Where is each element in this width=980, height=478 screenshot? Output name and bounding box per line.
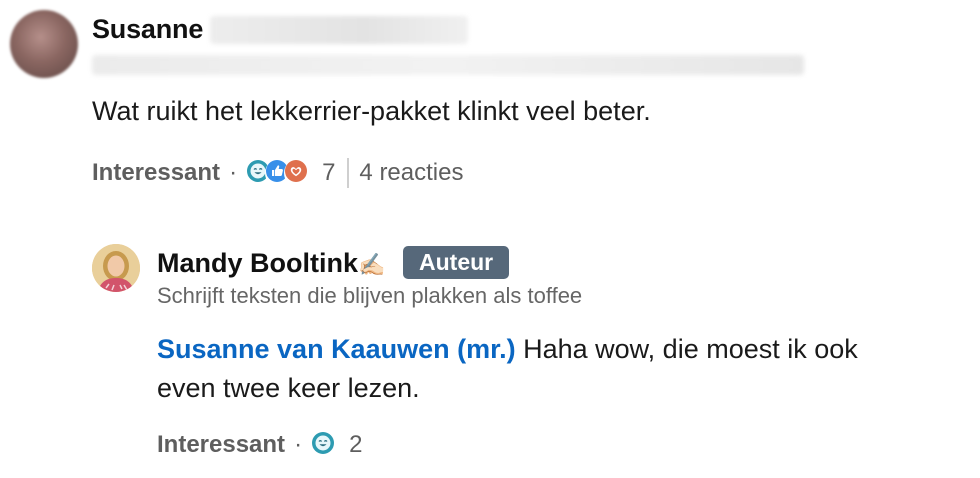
commenter-name[interactable]: Susanne (92, 14, 203, 45)
replies-link[interactable]: 4 reacties (359, 159, 463, 187)
author-badge: Auteur (403, 246, 510, 279)
separator-dot: · (229, 159, 238, 186)
reply-reaction-count: 2 (349, 431, 363, 458)
reply-text: Susanne van Kaauwen (mr.) Haha wow, die … (157, 330, 917, 408)
reply-react-button[interactable]: Interessant (157, 431, 285, 459)
separator-dot: · (294, 431, 303, 458)
love-icon (284, 159, 313, 187)
mention-link[interactable]: Susanne van Kaauwen (mr.) (157, 334, 516, 364)
comment-actions: Interessant · 7 4 reacties (92, 156, 463, 190)
reply-author-avatar[interactable] (92, 244, 140, 292)
reaction-summary[interactable]: 7 (246, 159, 335, 187)
divider (347, 158, 350, 188)
insightful-icon (311, 431, 340, 459)
reply-author-name-text: Mandy Booltink (157, 248, 358, 278)
writing-hand-icon: ✍🏻 (358, 252, 386, 277)
reply-author-headline: Schrijft teksten die blijven plakken als… (157, 283, 583, 308)
commenter-avatar[interactable] (10, 10, 78, 78)
reply-reaction-summary[interactable]: 2 (311, 431, 362, 459)
reaction-count: 7 (322, 159, 336, 186)
comment-text: Wat ruikt het lekkerrier-pakket klinkt v… (92, 96, 651, 126)
reply-actions: Interessant · 2 (157, 428, 362, 462)
react-button[interactable]: Interessant (92, 159, 220, 187)
redacted-name (210, 16, 468, 44)
reply-author-name[interactable]: Mandy Booltink✍🏻 (157, 248, 385, 279)
redacted-headline (92, 55, 804, 75)
